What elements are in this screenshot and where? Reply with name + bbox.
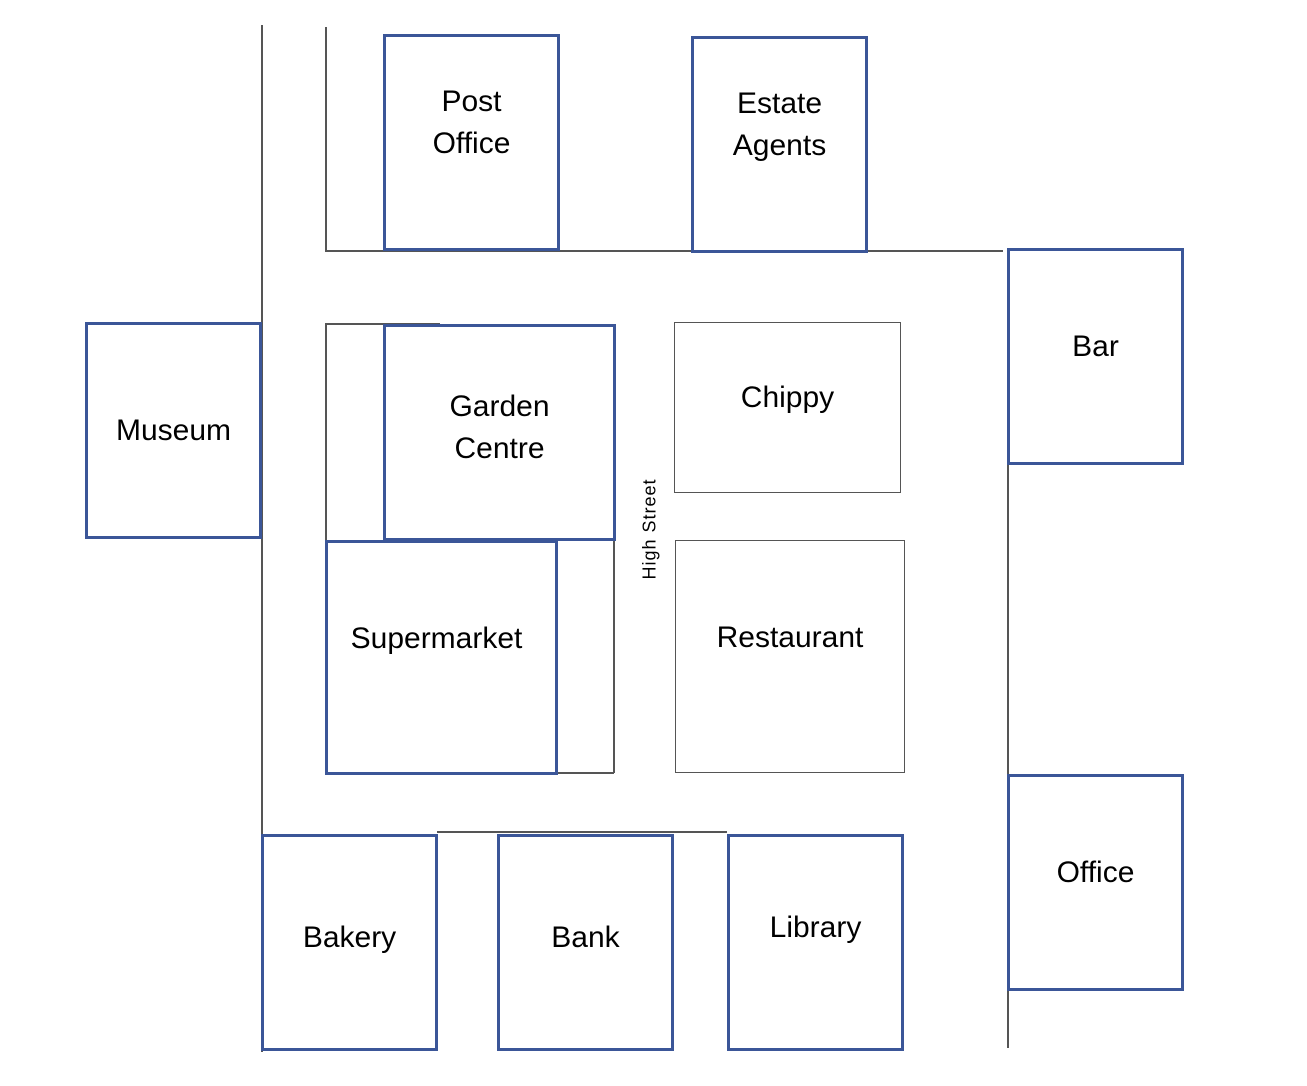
garden-centre-building: Garden Centre: [383, 324, 616, 541]
bank-label: Bank: [551, 920, 620, 954]
estate-agents-label: Estate Agents: [732, 86, 827, 162]
restaurant-building: Restaurant: [675, 540, 905, 773]
block-outline-bottom: [556, 772, 614, 774]
high-street-label: High Street: [639, 478, 660, 580]
office-building: Office: [1007, 774, 1184, 991]
block-outline-left: [325, 323, 327, 541]
museum-label: Museum: [115, 413, 232, 447]
town-map: Post Office Estate Agents Bar Museum Gar…: [0, 0, 1307, 1086]
chippy-label: Chippy: [740, 380, 835, 414]
road-line-north-block-left: [325, 27, 327, 251]
office-label: Office: [1056, 855, 1135, 889]
library-label: Library: [769, 910, 862, 944]
chippy-building: Chippy: [674, 322, 901, 493]
bar-building: Bar: [1007, 248, 1184, 465]
library-building: Library: [727, 834, 904, 1051]
supermarket-building: Supermarket: [325, 540, 558, 775]
south-block-top: [437, 831, 727, 833]
bakery-building: Bakery: [261, 834, 438, 1051]
garden-centre-label: Garden Centre: [449, 389, 550, 465]
museum-building: Museum: [85, 322, 262, 539]
bakery-label: Bakery: [302, 920, 397, 954]
post-office-building: Post Office: [383, 34, 560, 251]
estate-agents-building: Estate Agents: [691, 36, 868, 253]
supermarket-label: Supermarket: [350, 622, 523, 655]
bar-label: Bar: [1072, 329, 1119, 363]
block-outline-right: [613, 540, 615, 773]
bank-building: Bank: [497, 834, 674, 1051]
post-office-label: Post Office: [432, 84, 511, 160]
restaurant-label: Restaurant: [716, 621, 864, 654]
